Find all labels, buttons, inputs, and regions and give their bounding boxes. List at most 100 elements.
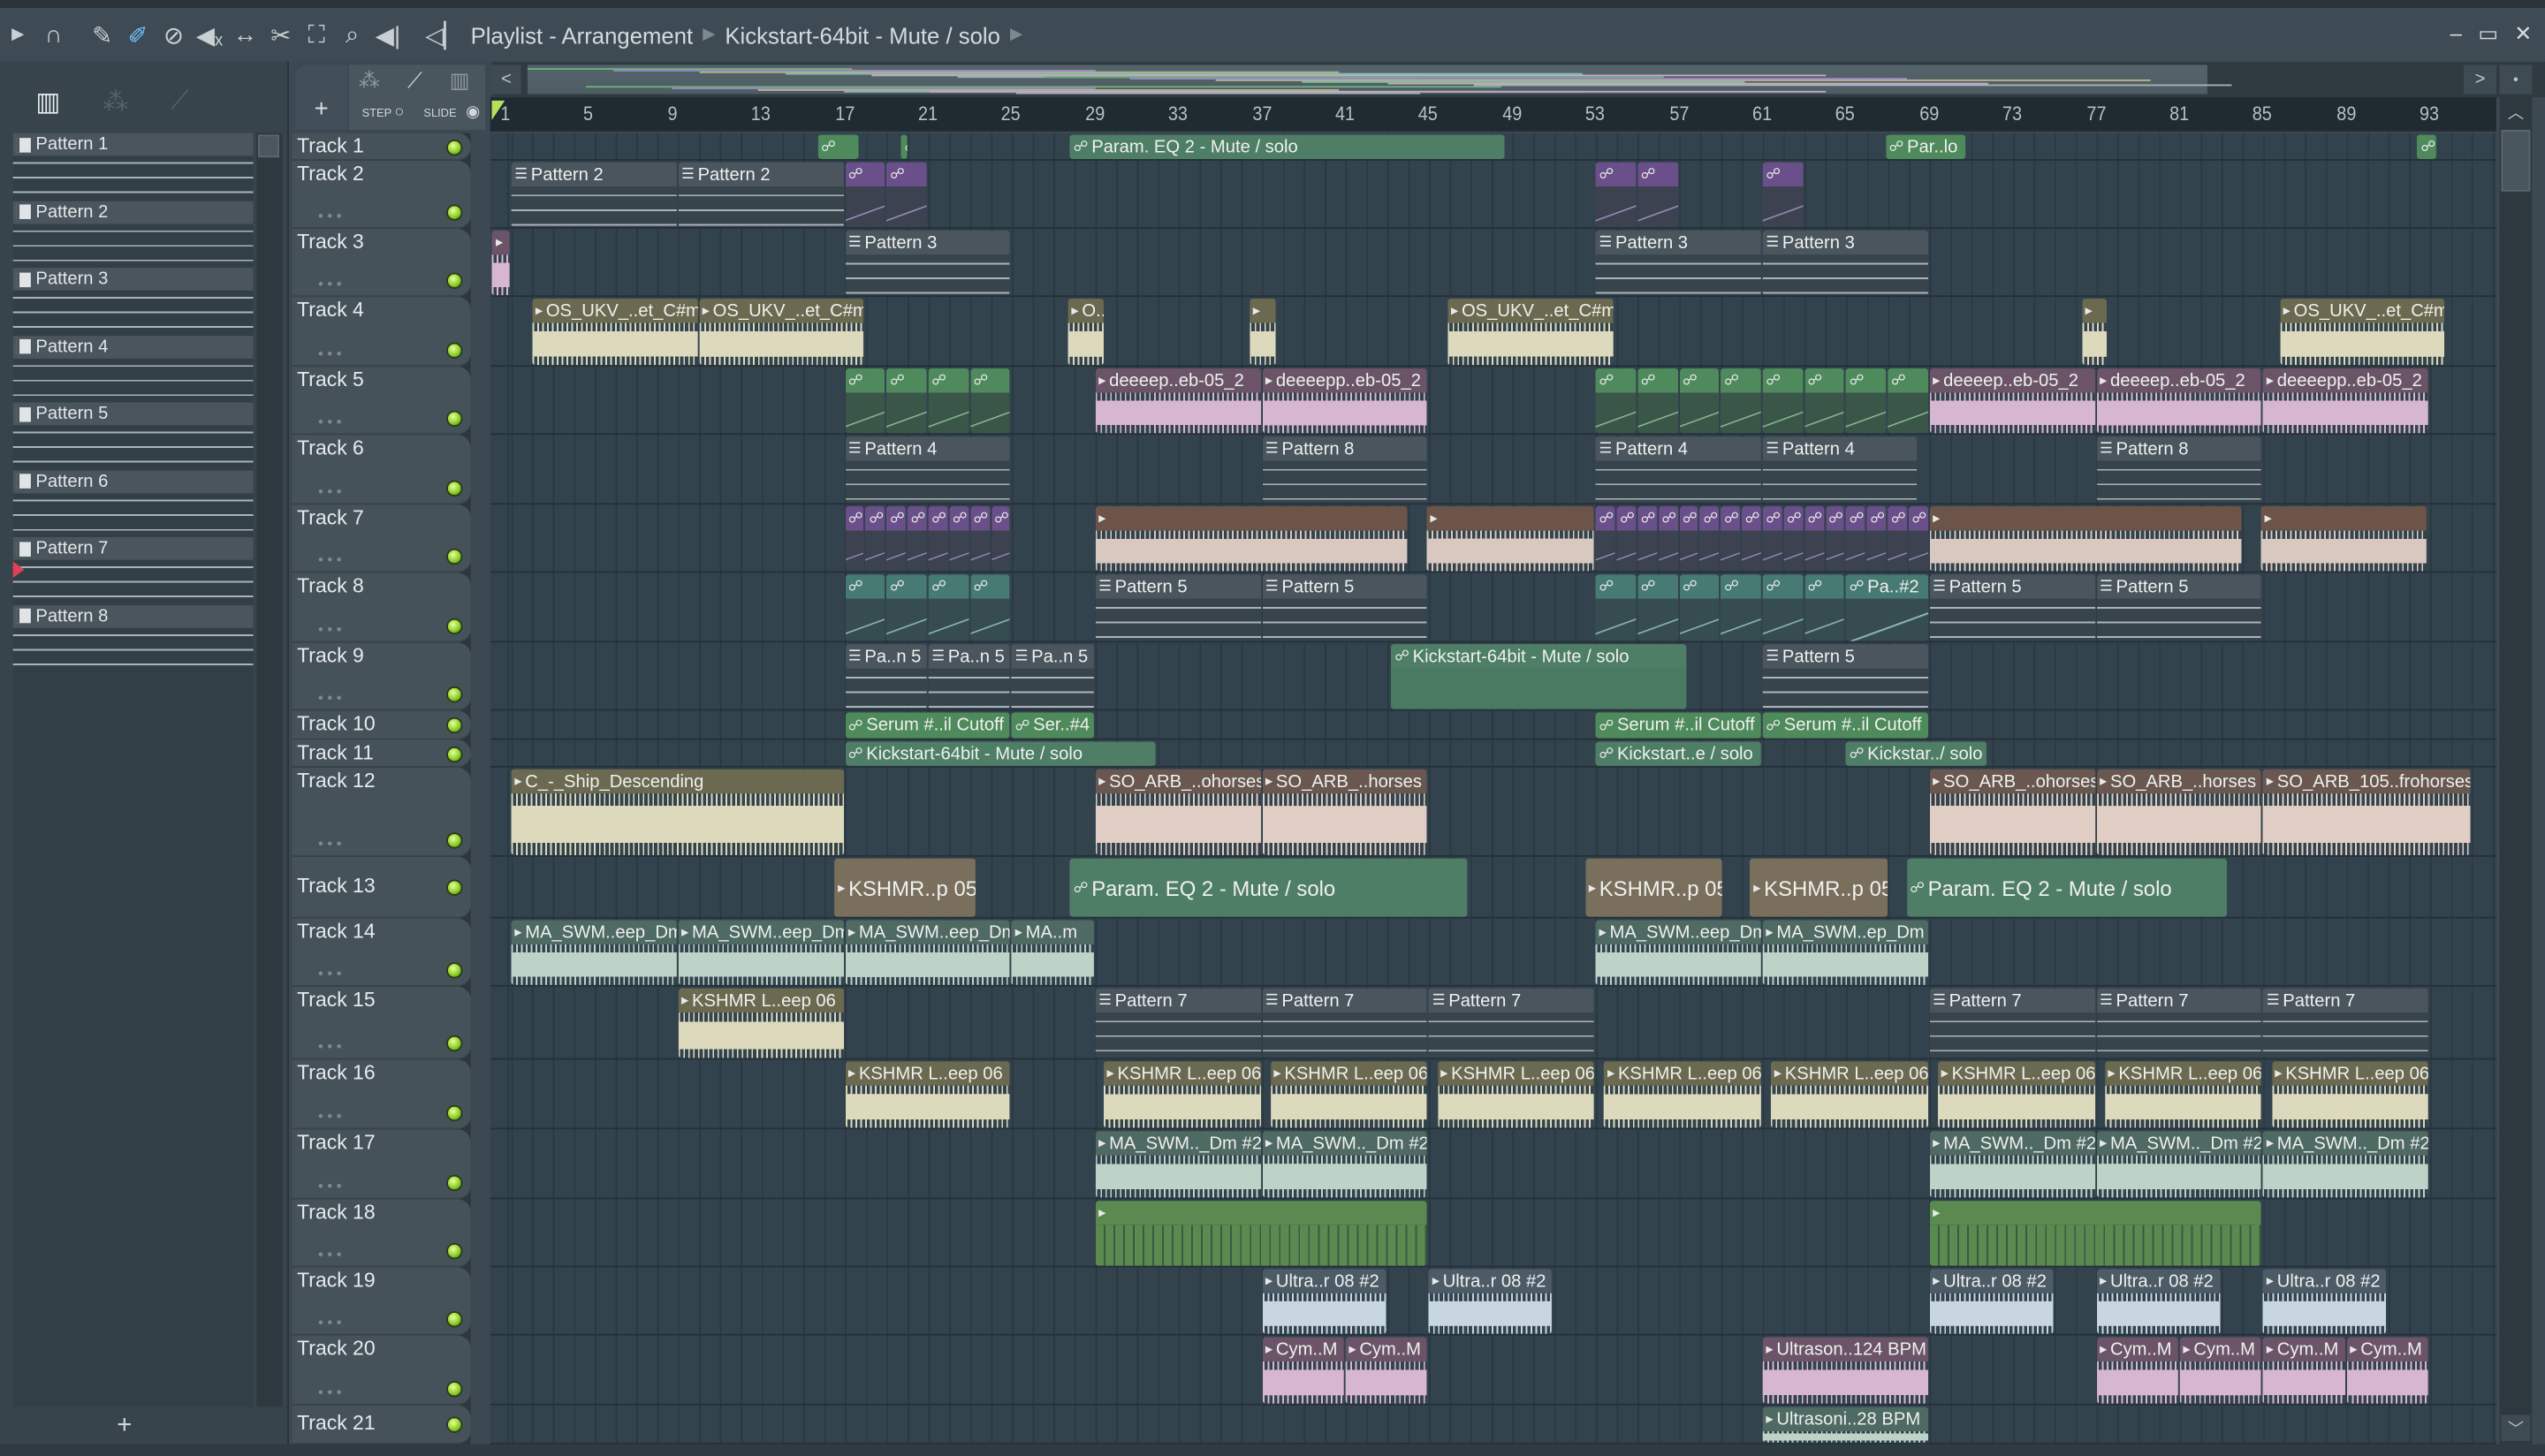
clip-header[interactable]: ▸ KSHMR..p 05 [834, 858, 976, 917]
track-enable-led[interactable] [446, 1035, 463, 1052]
clip-purple[interactable]: ☍ [1637, 506, 1657, 572]
track-options-dots[interactable]: • • • [318, 836, 342, 852]
clip-header[interactable]: ☰ Pattern 4 [1595, 436, 1761, 461]
track-header[interactable]: Track 13 [292, 856, 471, 919]
track-name[interactable]: Track 2 [297, 163, 364, 186]
paint-icon[interactable]: ✐ [120, 20, 156, 49]
clip-sage[interactable]: ▸ MA_SWM.._Dm #2 [1095, 1131, 1261, 1198]
clip-autobig[interactable]: ☍ Param. EQ 2 - Mute / solo [1906, 858, 2227, 917]
clip-purple[interactable]: ☍ [1637, 162, 1678, 228]
clip-teal[interactable]: ☍ [845, 574, 885, 641]
slide-toggle-icon[interactable]: ◉ [466, 104, 480, 122]
clip-header[interactable]: ☍ [1804, 506, 1824, 531]
clip-olive[interactable]: ▸ OS_UKV_..et_C#m [1447, 298, 1614, 366]
track-enable-led[interactable] [446, 717, 463, 734]
clip-purple[interactable]: ☍ [928, 506, 948, 572]
clip-pattern[interactable]: ☰ Pattern 7 [2096, 988, 2262, 1058]
track-name[interactable]: Track 10 [297, 712, 375, 735]
track-lane[interactable]: ☰ Pa..n 5 ☰ Pa..n 5 ☰ Pa..n 5 ☍ Kickstart-64bit… [490, 642, 2496, 711]
track-header[interactable]: Track 17 • • • [292, 1129, 471, 1200]
clip-header[interactable]: ▸ [1929, 1201, 2262, 1225]
clip-pattern[interactable]: ☰ Pattern 4 [845, 436, 1011, 504]
clip-teal[interactable]: ☍ [928, 574, 969, 641]
track-lane[interactable]: ☍ ☍ ☍ ☍ ☰ Pattern 5 ☰ Pattern 5 ☍ ☍ ☍ ☍ ☍ ☍ ☍ Pa..#2 ☰ Pa… [490, 573, 2496, 643]
clip-header[interactable]: ☰ Pattern 5 [1262, 574, 1428, 599]
clip-header[interactable]: ▸ [1929, 506, 2241, 531]
clip-olive[interactable]: ▸ C_-_Ship_Descending [511, 769, 844, 855]
clip-header[interactable]: ▸ deeeep..eb-05_2 [1095, 368, 1261, 393]
clip-header[interactable]: ☍ [886, 368, 927, 393]
clip-auto[interactable]: ☍ [1846, 368, 1887, 434]
track-enable-led[interactable] [446, 618, 463, 635]
scroll-up-icon[interactable]: ︿ [2501, 99, 2530, 125]
track-name[interactable]: Track 18 [297, 1201, 375, 1224]
clip-header[interactable]: ▸ [2081, 298, 2108, 323]
clip-pink[interactable]: ▸ deeeep..eb-05_2 [1929, 368, 2095, 434]
clip-sage[interactable]: ▸ MA_SWM.._Dm #2 [1929, 1131, 2095, 1198]
track-enable-led[interactable] [446, 1174, 463, 1192]
clip-header[interactable]: ☍ [1699, 506, 1720, 531]
clip-header[interactable]: ☍ [845, 506, 864, 531]
slip-icon[interactable]: ↔ [227, 21, 262, 49]
clip-header[interactable]: ☍ [1846, 506, 1865, 531]
clip-header[interactable]: ▸ O.. [1067, 298, 1105, 323]
clip-pattern[interactable]: ☰ Pattern 4 [1762, 436, 1918, 504]
track-header[interactable]: Track 8 • • • [292, 573, 471, 643]
clip-purple[interactable]: ☍ [1866, 506, 1887, 572]
track-header[interactable]: Track 5 • • • [292, 367, 471, 436]
clip-header[interactable]: ☍ Kickstart-64bit - Mute / solo [1391, 644, 1686, 669]
clip-header[interactable]: ☍ [1846, 368, 1887, 393]
track-header[interactable]: Track 11 [292, 739, 471, 768]
clip-header[interactable]: ☰ Pattern 7 [1929, 988, 2095, 1013]
clip-pattern[interactable]: ☰ Pa..n 5 [845, 644, 927, 709]
clip-greenpat[interactable]: ▸ [1929, 1201, 2262, 1266]
clip-header[interactable]: ▸ Ultra..r 08 #2 [1429, 1269, 1553, 1293]
clip-pink[interactable]: ▸ deeeepp..eb-05_2 [2263, 368, 2429, 434]
clip-header[interactable]: ☍ [1679, 574, 1720, 599]
clip-header[interactable]: ▸ KSHMR L..eep 06 [1437, 1061, 1595, 1086]
clip-header[interactable]: ☍ Serum #..il Cutoff [1595, 712, 1761, 739]
scroll-right-button[interactable]: > [2464, 64, 2496, 95]
clip-auto[interactable]: ☍ [817, 134, 858, 159]
track-name[interactable]: Track 1 [297, 134, 364, 157]
track-header[interactable]: Track 19 • • • [292, 1267, 471, 1336]
track-enable-led[interactable] [446, 548, 463, 565]
clip-header[interactable]: ▸ KSHMR L..eep 06 [1771, 1061, 1928, 1086]
clip-header[interactable]: ☰ Pattern 4 [845, 436, 1011, 461]
scroll-down-icon[interactable]: ﹀ [2501, 1414, 2531, 1442]
clip-olive[interactable]: ▸ KSHMR L..eep 06 [1270, 1061, 1428, 1128]
track-lane[interactable]: ▸ MA_SWM.._Dm #2 ▸ MA_SWM.._Dm #2 ▸ MA_SWM.._… [490, 1129, 2496, 1200]
clip-header[interactable]: ▸ Cym..M [2346, 1337, 2429, 1362]
track-name[interactable]: Track 15 [297, 989, 375, 1012]
track-name[interactable]: Track 8 [297, 574, 364, 597]
track-header[interactable]: Track 14 • • • [292, 918, 471, 987]
track-lane[interactable]: ▸ Ultrasoni..28 BPM [490, 1405, 2496, 1445]
pattern-item[interactable]: Pattern 6 [12, 469, 254, 536]
clip-header[interactable]: ☍ [1679, 506, 1699, 531]
clip-header[interactable]: ☰ Pattern 5 [1929, 574, 2095, 599]
clip-purple[interactable]: ☍ [1825, 506, 1845, 572]
clip-pink[interactable]: ▸ Ultrason..124 BPM [1762, 1337, 1928, 1404]
clip-brown[interactable]: ▸ SO_ARB_..horses [2096, 769, 2262, 855]
clip-teal[interactable]: ☍ Pa..#2 [1846, 574, 1928, 641]
clip-header[interactable]: ▸ Cym..M [2263, 1337, 2345, 1362]
clip-header[interactable]: ☍ Ser..#4 [1012, 712, 1094, 739]
clip-olive[interactable]: ▸ KSHMR L..eep 06 [2104, 1061, 2262, 1128]
piano-icon[interactable]: ▥ [450, 68, 470, 94]
track-enable-led[interactable] [446, 342, 463, 359]
clip-purple[interactable]: ☍ [1699, 506, 1720, 572]
track-options-dots[interactable]: • • • [318, 1384, 342, 1400]
track-options-dots[interactable]: • • • [318, 1178, 342, 1194]
clip-olive[interactable]: ▸ [2081, 298, 2108, 366]
clip-auto[interactable]: ☍ [1804, 368, 1845, 434]
pattern-item[interactable]: Pattern 3 [12, 268, 254, 334]
clip-header[interactable]: ☍ [928, 574, 969, 599]
clip-header[interactable]: ▸ SO_ARB_..ohorses [1929, 769, 2095, 794]
track-header[interactable]: Track 9 • • • [292, 642, 471, 711]
clip-header[interactable]: ▸ KSHMR L..eep 06 [2104, 1061, 2262, 1086]
waveform-icon[interactable]: ⁂ [359, 68, 380, 94]
clip-header[interactable]: ☍ [1762, 574, 1804, 599]
clip-sage[interactable]: ▸ MA_SWM..eep_Dm [1595, 920, 1761, 985]
track-enable-led[interactable] [446, 1311, 463, 1328]
clip-header[interactable]: ☍ [817, 134, 858, 159]
